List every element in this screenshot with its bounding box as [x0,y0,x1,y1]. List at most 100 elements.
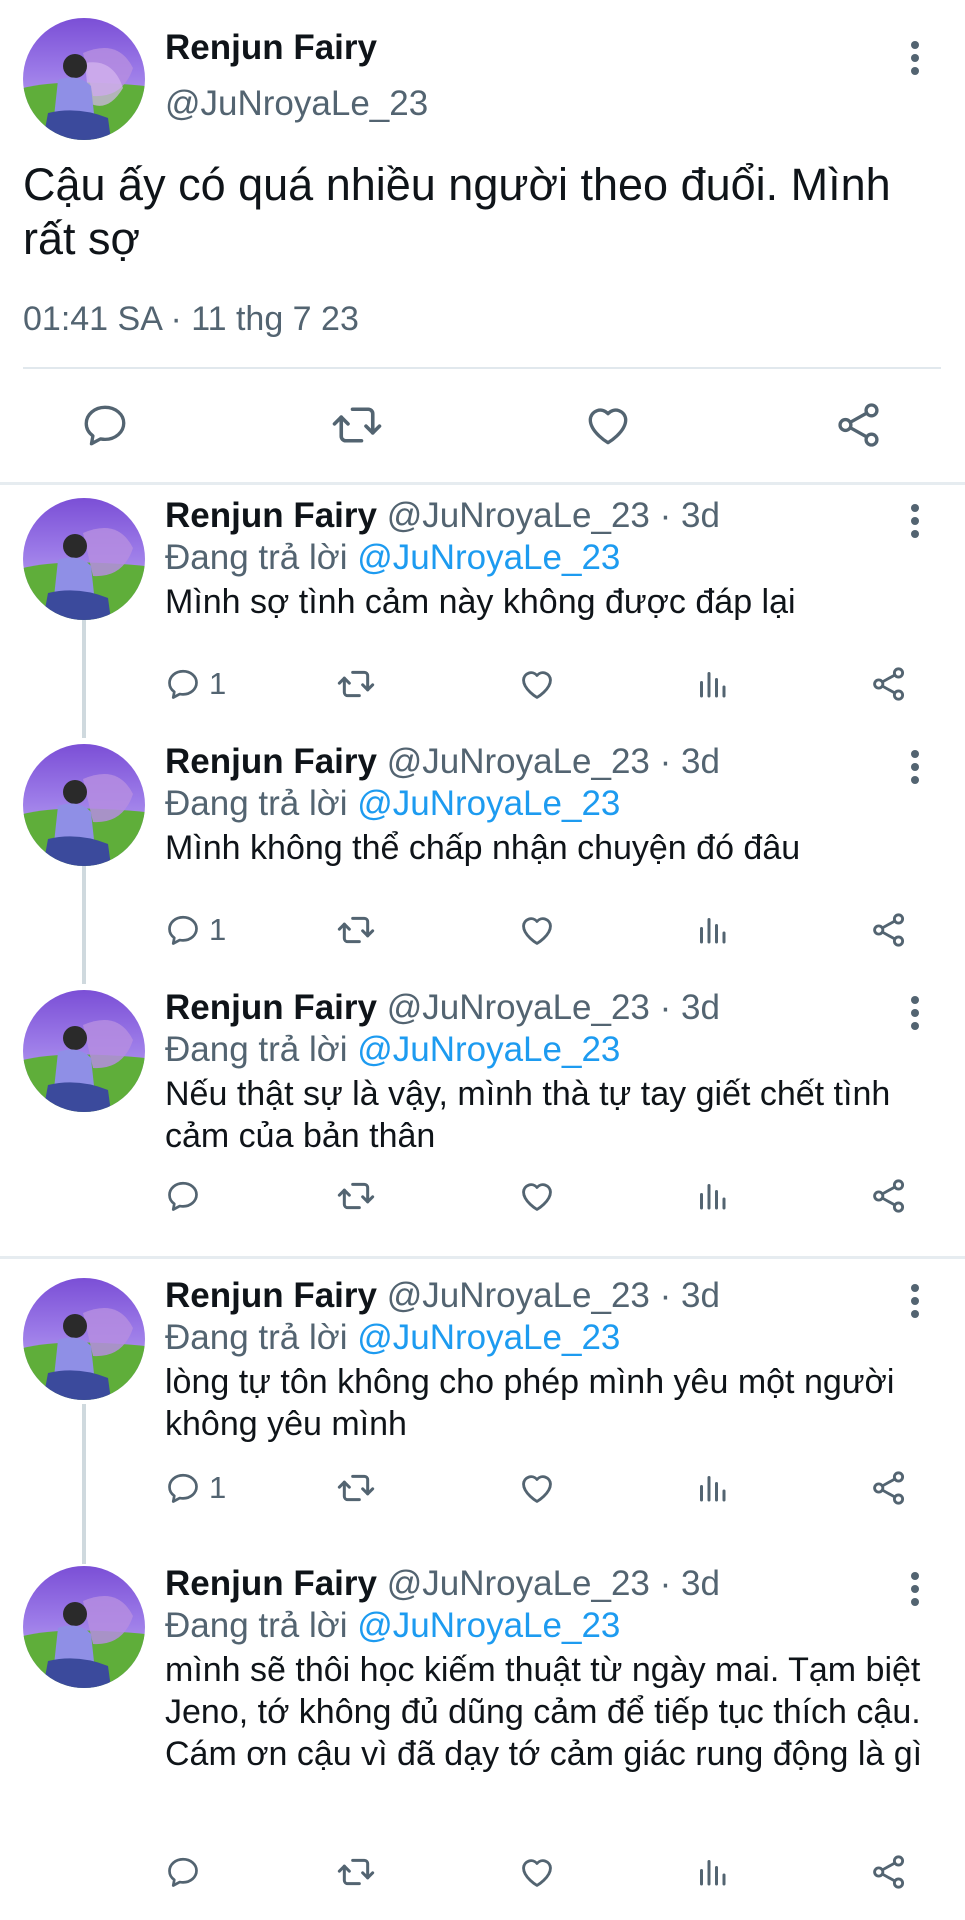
share-button[interactable] [870,1172,908,1220]
like-button[interactable] [518,1464,556,1512]
more-options-button[interactable] [895,742,935,792]
analytics-icon [700,672,726,698]
main-tweet: Renjun Fairy @JuNroyaLe_23 Cậu ấy có quá… [0,0,965,484]
author-handle[interactable]: @JuNroyaLe_23 [387,988,650,1027]
avatar[interactable] [23,498,145,620]
mention-link[interactable]: @JuNroyaLe_23 [357,784,620,823]
reply-tweet[interactable]: Renjun Fairy @JuNroyaLe_23 · 3d Đang trả… [0,976,965,1256]
author-handle[interactable]: @JuNroyaLe_23 [387,496,650,535]
author-name[interactable]: Renjun Fairy [165,988,377,1027]
share-icon [873,1855,905,1889]
avatar-image [23,744,145,866]
more-options-button[interactable] [895,33,935,83]
reply-icon [168,1473,198,1503]
reply-button[interactable]: 1 [165,1464,226,1512]
like-button[interactable] [518,1172,556,1220]
retweet-button[interactable] [336,906,376,954]
retweet-icon [337,1182,375,1210]
views-button[interactable] [694,1464,730,1512]
views-button[interactable] [694,1172,730,1220]
reply-button[interactable] [78,398,132,452]
reply-button[interactable] [165,1848,209,1896]
avatar[interactable] [23,1566,145,1688]
views-button[interactable] [694,906,730,954]
reply-age: 3d [681,742,720,781]
author-handle[interactable]: @JuNroyaLe_23 [165,84,428,124]
share-icon [873,1471,905,1505]
avatar[interactable] [23,18,145,140]
views-button[interactable] [694,1848,730,1896]
more-options-button[interactable] [895,1276,935,1326]
like-button[interactable] [518,660,556,708]
reply-count: 1 [209,1470,227,1505]
more-options-button[interactable] [895,1564,935,1614]
author-name[interactable]: Renjun Fairy [165,1276,377,1315]
replying-label: Đang trả lời [165,538,348,577]
reply-tweet[interactable]: Renjun Fairy @JuNroyaLe_23 · 3d Đang trả… [0,1264,965,1554]
mention-link[interactable]: @JuNroyaLe_23 [357,1606,620,1645]
share-button[interactable] [832,398,886,452]
reply-count: 1 [209,912,227,947]
reply-icon [84,405,126,446]
share-button[interactable] [870,906,908,954]
replying-to: Đang trả lời @JuNroyaLe_23 [165,1606,620,1646]
author-handle[interactable]: @JuNroyaLe_23 [387,1564,650,1603]
separator: · [659,496,672,535]
reply-text: Mình không thể chấp nhận chuyện đó đâu [165,829,801,867]
like-button[interactable] [581,398,635,452]
analytics-icon [700,918,726,944]
avatar-image [23,1566,145,1688]
share-button[interactable] [870,1848,908,1896]
avatar[interactable] [23,1278,145,1400]
retweet-button[interactable] [336,1172,376,1220]
avatar-image [23,498,145,620]
like-button[interactable] [518,1848,556,1896]
more-options-button[interactable] [895,496,935,546]
like-icon [522,1183,552,1211]
reply-count: 1 [209,666,227,701]
retweet-button[interactable] [336,1848,376,1896]
author-handle[interactable]: @JuNroyaLe_23 [387,742,650,781]
reply-actions: 1 [0,906,965,954]
author-name[interactable]: Renjun Fairy [165,742,377,781]
more-vertical-icon [911,996,919,1030]
analytics-icon [700,1476,726,1502]
like-icon [522,671,552,699]
share-button[interactable] [870,660,908,708]
author-name[interactable]: Renjun Fairy [165,496,377,535]
tweet-timestamp: 01:41 SA · 11 thg 7 23 [23,300,359,338]
tweet-actions [0,398,965,452]
views-button[interactable] [694,660,730,708]
retweet-button[interactable] [330,398,384,452]
retweet-icon [337,916,375,944]
share-button[interactable] [870,1464,908,1512]
reply-age: 3d [681,1276,720,1315]
reply-header: Renjun Fairy @JuNroyaLe_23 · 3d [165,1564,720,1604]
author-name[interactable]: Renjun Fairy [165,28,377,68]
author-handle[interactable]: @JuNroyaLe_23 [387,1276,650,1315]
more-options-button[interactable] [895,988,935,1038]
reply-tweet[interactable]: Renjun Fairy @JuNroyaLe_23 · 3d Đang trả… [0,1552,965,1920]
divider [0,1256,965,1259]
mention-link[interactable]: @JuNroyaLe_23 [357,1030,620,1069]
reply-button[interactable]: 1 [165,660,226,708]
tweet-text: Cậu ấy có quá nhiều người theo đuổi. Mìn… [23,159,891,264]
reply-tweet[interactable]: Renjun Fairy @JuNroyaLe_23 · 3d Đang trả… [0,484,965,730]
retweet-button[interactable] [336,1464,376,1512]
separator: · [659,1564,672,1603]
reply-tweet[interactable]: Renjun Fairy @JuNroyaLe_23 · 3d Đang trả… [0,730,965,976]
reply-header: Renjun Fairy @JuNroyaLe_23 · 3d [165,1276,720,1316]
author-name[interactable]: Renjun Fairy [165,1564,377,1603]
divider [23,367,941,369]
avatar[interactable] [23,990,145,1112]
mention-link[interactable]: @JuNroyaLe_23 [357,1318,620,1357]
like-button[interactable] [518,906,556,954]
retweet-button[interactable] [336,660,376,708]
reply-actions: 1 [0,660,965,708]
analytics-icon [700,1860,726,1886]
avatar[interactable] [23,744,145,866]
reply-button[interactable]: 1 [165,906,226,954]
reply-button[interactable] [165,1172,209,1220]
like-icon [522,1859,552,1887]
mention-link[interactable]: @JuNroyaLe_23 [357,538,620,577]
